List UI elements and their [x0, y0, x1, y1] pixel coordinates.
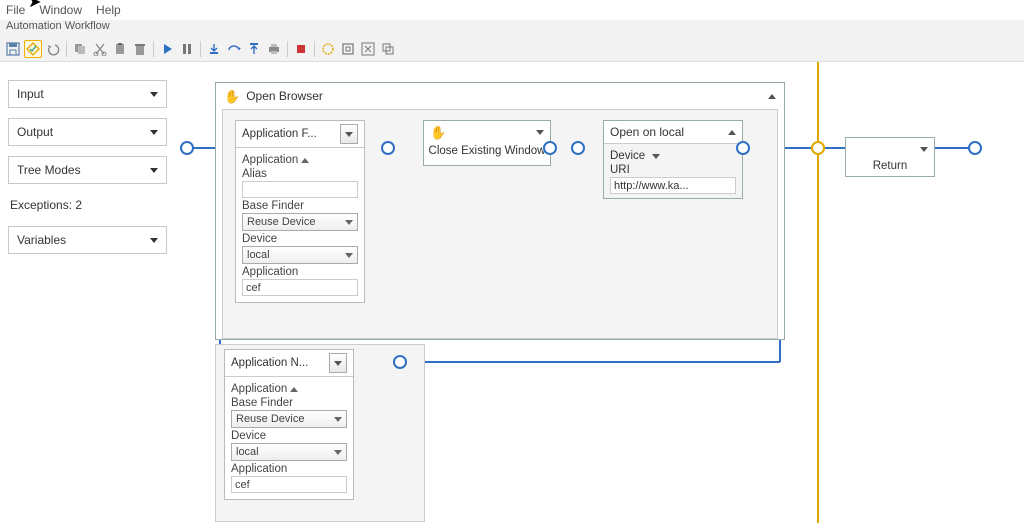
- chevron-down-icon: [150, 130, 158, 135]
- application2-label: Application: [231, 463, 347, 475]
- toolbar-separator: [287, 41, 288, 57]
- duplicate-icon[interactable]: [379, 40, 397, 58]
- paste-icon[interactable]: [111, 40, 129, 58]
- sidebar-variables[interactable]: Variables: [8, 226, 167, 254]
- toolbar-separator: [314, 41, 315, 57]
- toolbar: ➤: [0, 36, 1024, 62]
- menu-help[interactable]: Help: [96, 3, 121, 17]
- step-over-icon[interactable]: [225, 40, 243, 58]
- hand-icon: ✋: [430, 126, 446, 139]
- toolbar-separator: [66, 41, 67, 57]
- chevron-down-icon[interactable]: [920, 147, 928, 152]
- alias-label: Alias: [242, 168, 358, 180]
- node-label: Return: [846, 160, 934, 176]
- return-node[interactable]: Return: [845, 137, 935, 177]
- expand-icon[interactable]: [359, 40, 377, 58]
- hand-icon: ✋: [224, 90, 240, 103]
- collapse-icon[interactable]: [728, 130, 736, 135]
- application-input[interactable]: cef: [231, 476, 347, 493]
- uri-input[interactable]: http://www.ka...: [610, 177, 736, 194]
- application2-label: Application: [242, 266, 358, 278]
- application-input[interactable]: cef: [242, 279, 358, 296]
- open-on-local-node[interactable]: Open on local Device URI http://www.ka..…: [603, 120, 743, 199]
- sidebar-input[interactable]: Input: [8, 80, 167, 108]
- menu-file[interactable]: File: [6, 3, 25, 17]
- chevron-down-icon: [150, 168, 158, 173]
- sidebar-exceptions: Exceptions: 2: [8, 194, 167, 216]
- port[interactable]: [381, 141, 395, 155]
- device-label: Device: [242, 233, 358, 245]
- step-out-icon[interactable]: [245, 40, 263, 58]
- workflow-canvas[interactable]: ✋ Open Browser Application F... Applicati…: [175, 62, 1024, 523]
- pause-icon[interactable]: [178, 40, 196, 58]
- port[interactable]: [393, 355, 407, 369]
- delete-icon[interactable]: [131, 40, 149, 58]
- device-label: Device: [231, 430, 347, 442]
- in-port[interactable]: [180, 141, 194, 155]
- port[interactable]: [543, 141, 557, 155]
- chevron-down-icon: [150, 92, 158, 97]
- sidebar-output[interactable]: Output: [8, 118, 167, 146]
- save-icon[interactable]: [4, 40, 22, 58]
- step-into-icon[interactable]: [205, 40, 223, 58]
- device-label: Device: [610, 150, 736, 162]
- alias-input[interactable]: [242, 181, 358, 198]
- validate-icon[interactable]: [24, 40, 42, 58]
- lower-branch-panel: Application N... Application Base Finder…: [215, 344, 425, 522]
- copy-icon[interactable]: [71, 40, 89, 58]
- application-label: Application: [242, 154, 358, 166]
- zoom-fit-icon[interactable]: [339, 40, 357, 58]
- chevron-down-icon: [150, 238, 158, 243]
- open-browser-panel[interactable]: ✋ Open Browser Application F... Applicati…: [215, 82, 785, 340]
- dropdown-button[interactable]: [329, 353, 347, 373]
- application-label: Application: [231, 383, 347, 395]
- uri-label: URI: [610, 164, 736, 176]
- print-icon[interactable]: [265, 40, 283, 58]
- device-select[interactable]: local: [242, 246, 358, 264]
- cut-icon[interactable]: [91, 40, 109, 58]
- reuse-device-select[interactable]: Reuse Device: [231, 410, 347, 428]
- application-n-group[interactable]: Application N... Application Base Finder…: [224, 349, 354, 500]
- node-title: Open on local: [610, 125, 684, 139]
- panel-title: Open Browser: [246, 89, 323, 103]
- subheader-title: Automation Workflow: [0, 20, 1024, 36]
- device-select[interactable]: local: [231, 443, 347, 461]
- undo-icon[interactable]: [44, 40, 62, 58]
- out-port[interactable]: [968, 141, 982, 155]
- play-icon[interactable]: [158, 40, 176, 58]
- base-finder-label: Base Finder: [231, 397, 347, 409]
- base-finder-label: Base Finder: [242, 200, 358, 212]
- merge-port[interactable]: [811, 141, 825, 155]
- toolbar-separator: [200, 41, 201, 57]
- sidebar-tree-modes[interactable]: Tree Modes: [8, 156, 167, 184]
- stop-icon[interactable]: [292, 40, 310, 58]
- port[interactable]: [736, 141, 750, 155]
- collapse-icon[interactable]: [768, 94, 776, 99]
- dropdown-button[interactable]: [340, 124, 358, 144]
- application-f-group[interactable]: Application F... Application Alias Base …: [235, 120, 365, 303]
- port[interactable]: [571, 141, 585, 155]
- node-label: Close Existing Window: [424, 143, 550, 161]
- breakpoint-icon[interactable]: [319, 40, 337, 58]
- chevron-down-icon[interactable]: [536, 130, 544, 135]
- reuse-device-select[interactable]: Reuse Device: [242, 213, 358, 231]
- menu-window[interactable]: Window: [39, 3, 82, 17]
- menu-bar: File Window Help: [0, 0, 1024, 20]
- sidebar: Input Output Tree Modes Exceptions: 2 Va…: [0, 62, 175, 523]
- toolbar-separator: [153, 41, 154, 57]
- close-existing-window-node[interactable]: ✋ Close Existing Window: [423, 120, 551, 166]
